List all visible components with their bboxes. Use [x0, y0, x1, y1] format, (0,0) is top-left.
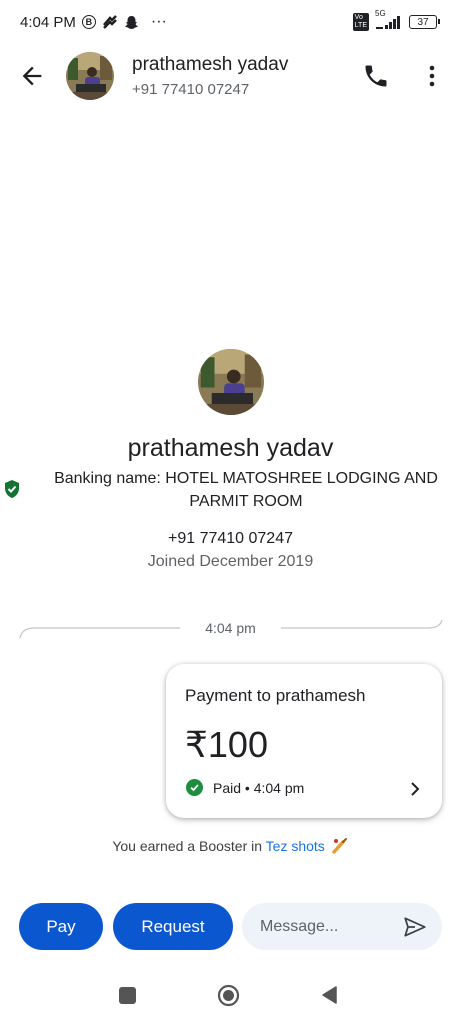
- avatar[interactable]: [66, 52, 114, 100]
- signal-icon: 5G: [375, 9, 403, 29]
- chevron-right-icon: [411, 782, 420, 796]
- volte-icon: Vo LTE: [352, 13, 369, 31]
- battery-level: 37: [417, 16, 429, 28]
- booster-message: You earned a Booster in Tez shots: [0, 836, 461, 854]
- divider-timestamp: 4:04 pm: [205, 620, 256, 636]
- profile-phone: +91 77410 07247: [167, 530, 293, 547]
- send-button[interactable]: [402, 914, 428, 940]
- chat-header: prathamesh yadav +91 77410 07247: [0, 44, 461, 108]
- home-button[interactable]: [217, 984, 240, 1007]
- request-button[interactable]: Request: [113, 903, 233, 950]
- cricket-bat-icon: [331, 838, 347, 854]
- booster-text: You earned a Booster in: [112, 838, 266, 854]
- profile-name: prathamesh yadav: [127, 434, 334, 462]
- sync-icon: [102, 15, 118, 29]
- status-time: 4:04 PM: [20, 13, 76, 31]
- more-vert-icon: [429, 65, 435, 87]
- recents-button[interactable]: [119, 987, 136, 1004]
- send-icon: [404, 917, 426, 937]
- pay-button[interactable]: Pay: [19, 903, 103, 950]
- status-bar: 4:04 PM B ··· Vo LTE 5G 37: [0, 0, 461, 44]
- contact-phone: +91 77410 07247: [132, 81, 250, 98]
- check-circle-icon: [186, 779, 203, 796]
- payment-status: Paid • 4:04 pm: [186, 779, 304, 796]
- b-circle-icon: B: [81, 15, 96, 29]
- more-notifications-icon: ···: [150, 13, 167, 30]
- profile-avatar: [198, 349, 264, 415]
- payment-amount: ₹100: [185, 724, 268, 765]
- message-input[interactable]: [260, 903, 400, 950]
- call-button[interactable]: [362, 62, 390, 90]
- contact-name: prathamesh yadav: [132, 54, 289, 75]
- battery-icon: 37: [409, 15, 440, 29]
- phone-icon: [365, 65, 387, 87]
- joined-date: Joined December 2019: [147, 553, 314, 570]
- verified-shield-icon: [5, 480, 19, 498]
- back-button[interactable]: [18, 62, 46, 90]
- payment-status-text: Paid • 4:04 pm: [213, 779, 305, 796]
- more-options-button[interactable]: [420, 62, 444, 90]
- payment-title: Payment to prathamesh: [185, 686, 366, 705]
- nav-back-button[interactable]: [320, 985, 338, 1005]
- back-arrow-icon: [22, 66, 42, 86]
- snapchat-icon: [124, 15, 139, 30]
- message-composer: [242, 903, 442, 950]
- tez-shots-link[interactable]: Tez shots: [266, 838, 325, 854]
- banking-name: Banking name: HOTEL MATOSHREE LODGING AN…: [54, 470, 438, 510]
- payment-card[interactable]: Payment to prathamesh ₹100 Paid • 4:04 p…: [166, 664, 442, 818]
